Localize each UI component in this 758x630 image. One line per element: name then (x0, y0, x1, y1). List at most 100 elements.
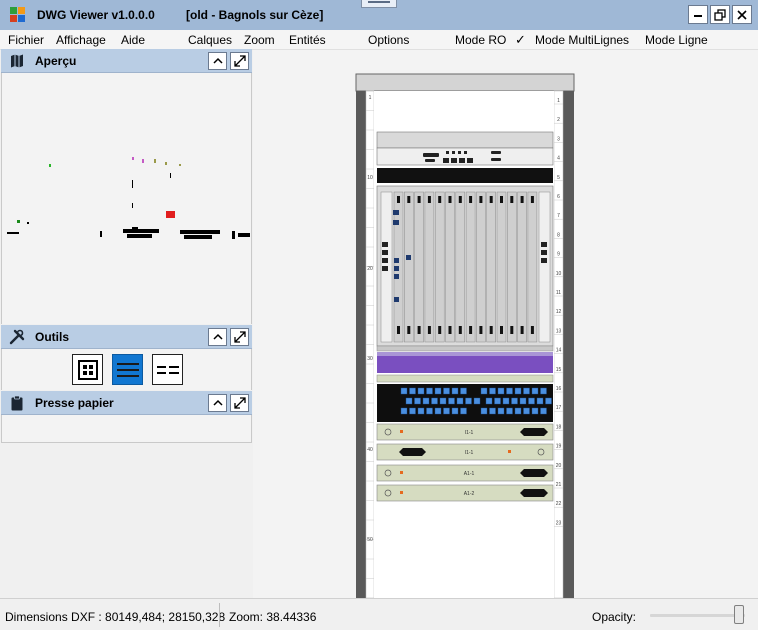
minimize-button[interactable] (688, 5, 708, 24)
menu-mode-multilignes[interactable]: Mode MultiLignes (535, 33, 629, 47)
card-latch (530, 326, 534, 334)
card-latch (530, 196, 534, 203)
menu-fichier[interactable]: Fichier (8, 33, 44, 47)
restore-icon (714, 8, 726, 21)
opacity-label: Opacity: (592, 610, 637, 624)
menu-zoom[interactable]: Zoom (244, 33, 275, 47)
module-label: A1-2 (464, 491, 475, 497)
card-port (393, 210, 399, 215)
card-latch (407, 326, 411, 334)
chevron-up-icon (212, 333, 223, 340)
apercu-panel-body[interactable] (1, 73, 252, 324)
rack-drawing[interactable]: 1234567891011121314151617181920212223110… (253, 50, 758, 598)
left-unit-number: 10 (367, 175, 373, 181)
blue-port (426, 407, 433, 415)
menu-aide[interactable]: Aide (121, 33, 145, 47)
tool-lines-button[interactable] (112, 354, 143, 385)
card-latch (469, 196, 473, 203)
blue-port (443, 387, 450, 395)
black-unit-5 (377, 168, 553, 183)
outils-expand-button[interactable] (230, 328, 249, 346)
card-latch (397, 326, 400, 334)
overview-preview[interactable] (2, 73, 251, 324)
blue-port (439, 397, 447, 405)
apercu-collapse-button[interactable] (208, 52, 227, 70)
blue-port (506, 407, 513, 415)
right-unit-number: 14 (556, 348, 562, 354)
map-icon (11, 54, 23, 68)
minimize-icon (694, 14, 702, 17)
blue-port (545, 397, 552, 405)
card-port (382, 242, 388, 247)
tool-dashed-lines-button[interactable] (152, 354, 183, 385)
blue-port (426, 387, 433, 395)
title-drag-handle[interactable] (361, 0, 397, 8)
blue-port (431, 397, 438, 405)
card-latch (438, 326, 442, 334)
document-title: [old - Bagnols sur Cèze] (186, 8, 324, 22)
module-led (400, 491, 403, 494)
menu-calques[interactable]: Calques (188, 33, 232, 47)
module-connector (520, 428, 548, 436)
right-unit-number: 4 (557, 156, 560, 162)
menu-mode-ligne[interactable]: Mode Ligne (645, 33, 708, 47)
left-unit-number: 1 (369, 95, 372, 101)
card-latch (500, 196, 503, 203)
card-port (382, 266, 388, 271)
line-card (476, 191, 486, 343)
restore-button[interactable] (710, 5, 730, 24)
module-connector (520, 469, 548, 477)
blue-port (497, 407, 505, 415)
line-card (404, 191, 414, 343)
module-led (400, 471, 403, 474)
card-port (394, 274, 399, 279)
card-latch (479, 196, 483, 203)
blue-port (519, 397, 527, 405)
presse-papier-expand-button[interactable] (230, 394, 249, 412)
line-card (434, 191, 445, 343)
chevron-up-icon (212, 57, 223, 64)
chevron-up-icon (212, 399, 223, 406)
label-strip (376, 374, 554, 383)
card-latch (479, 326, 483, 334)
right-unit-number: 7 (557, 213, 560, 219)
right-unit-number: 9 (557, 252, 560, 258)
card-latch (510, 196, 514, 203)
right-unit-number: 23 (556, 520, 562, 526)
menu-entites[interactable]: Entités (289, 33, 326, 47)
opacity-slider-thumb[interactable] (734, 605, 744, 624)
card-latch (500, 326, 503, 334)
apercu-expand-button[interactable] (230, 52, 249, 70)
status-separator (219, 603, 220, 627)
tool-grid-button[interactable] (72, 354, 103, 385)
drawing-canvas[interactable]: 1 2 3 4 5 6 7 8 9 10 11 12 13 14 15 16 17 18 19 20 21 22 23 1 10… (253, 50, 758, 598)
empty-rack-space (377, 503, 553, 598)
blue-port (531, 387, 539, 395)
menu-options[interactable]: Options (368, 33, 409, 47)
menu-mode-ro[interactable]: Mode RO (455, 33, 506, 47)
blue-port (451, 387, 459, 395)
blue-port (523, 407, 530, 415)
card-port (406, 255, 411, 260)
blue-port (514, 407, 522, 415)
opacity-slider-track[interactable] (650, 614, 745, 617)
blue-port (480, 407, 488, 415)
blue-port (514, 387, 522, 395)
menu-affichage[interactable]: Affichage (56, 33, 106, 47)
blue-port (540, 387, 547, 395)
line-card (445, 191, 455, 343)
blue-port (489, 387, 496, 395)
purple-patch-top (377, 352, 553, 356)
card-port (394, 258, 399, 263)
card-latch (510, 326, 514, 334)
left-unit-number: 20 (367, 266, 373, 272)
blue-port (434, 387, 442, 395)
right-unit-number: 19 (556, 444, 562, 450)
close-button[interactable] (732, 5, 752, 24)
outils-collapse-button[interactable] (208, 328, 227, 346)
blue-port (531, 407, 539, 415)
menu-bar: Fichier Affichage Aide Calques Zoom Enti… (0, 30, 758, 50)
blue-port (497, 387, 505, 395)
right-unit-number: 22 (556, 501, 562, 507)
presse-papier-collapse-button[interactable] (208, 394, 227, 412)
